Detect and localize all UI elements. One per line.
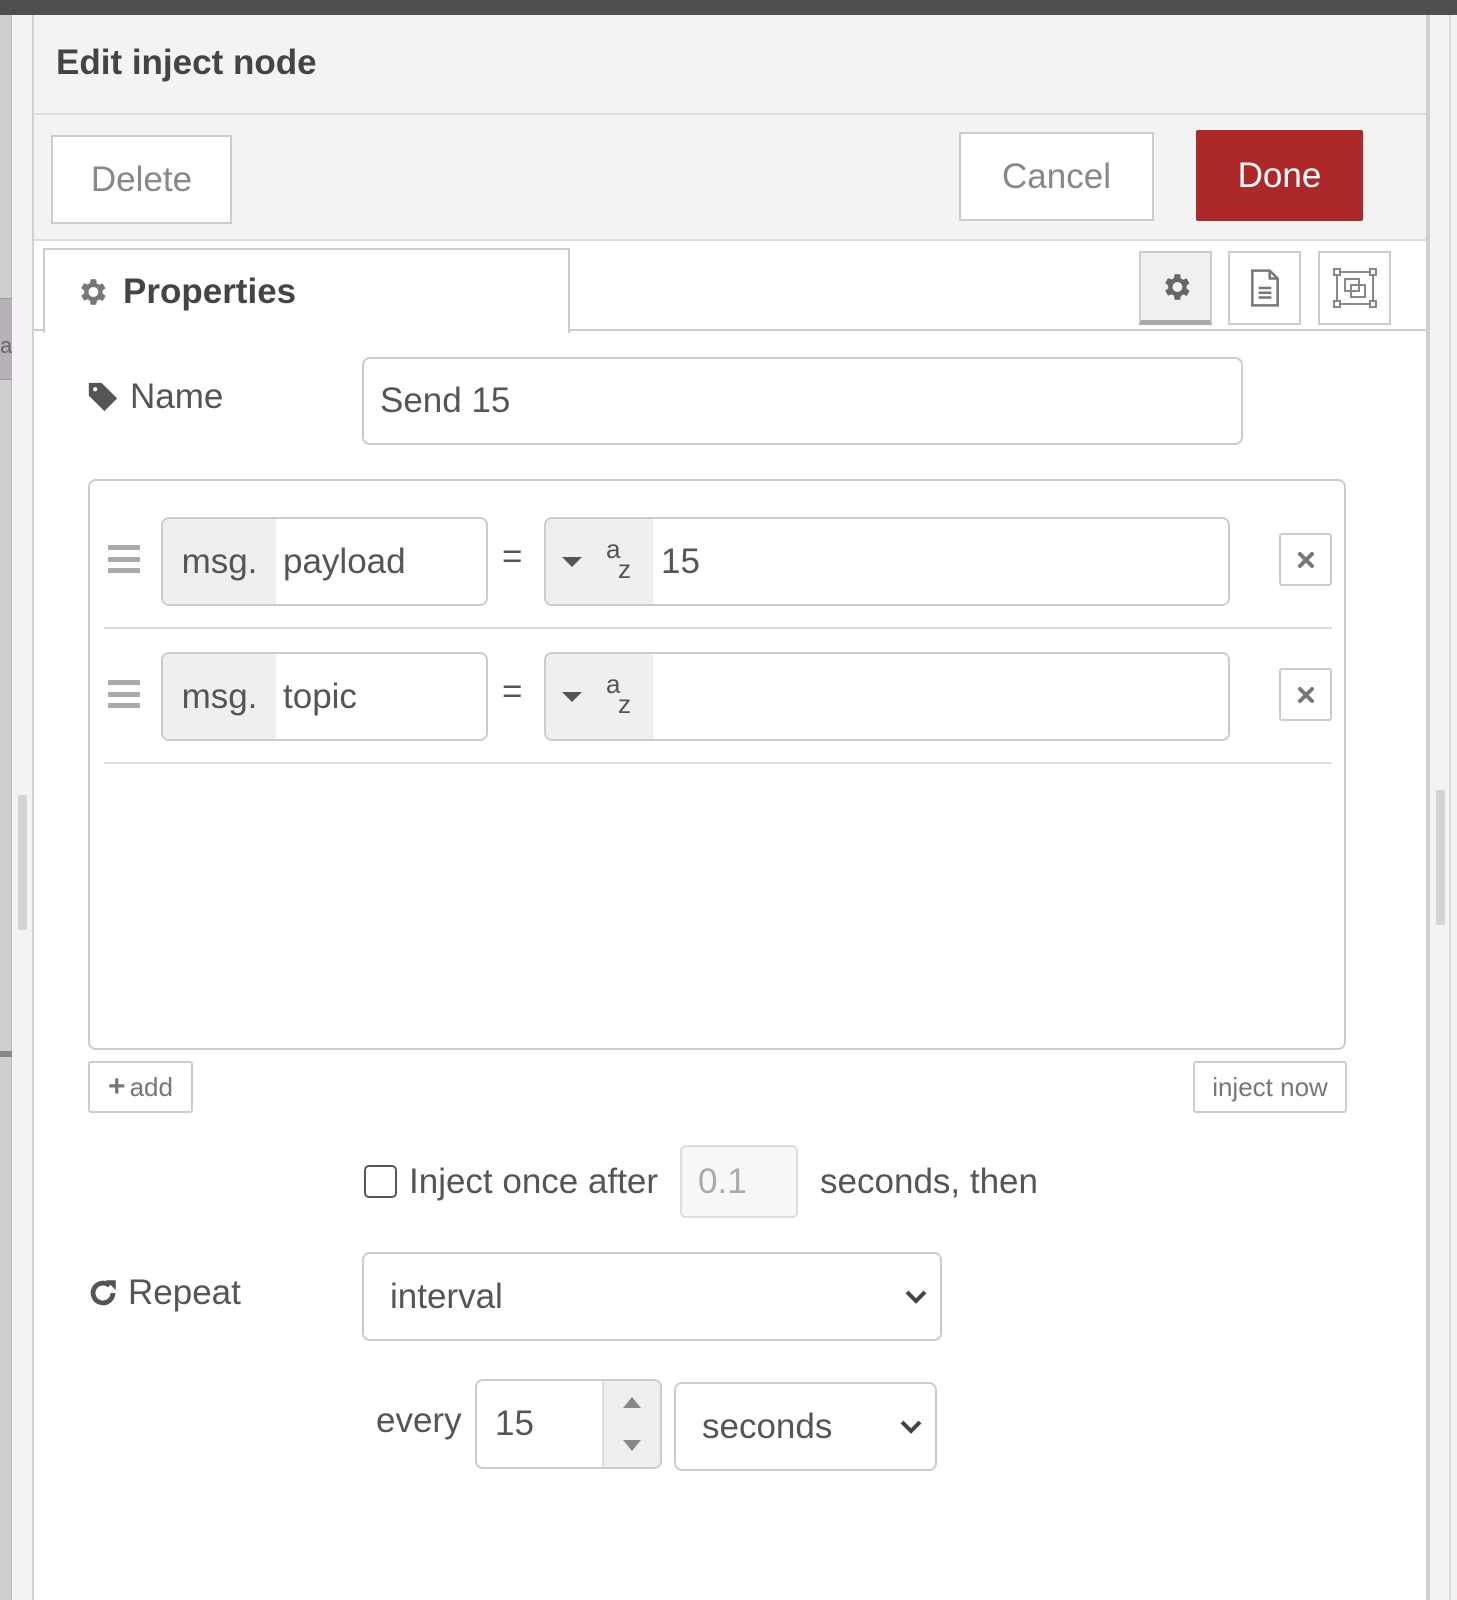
property-value-input[interactable]: az bbox=[544, 652, 1230, 741]
interval-units-value: seconds bbox=[702, 1406, 833, 1446]
node-description-tab-button[interactable] bbox=[1228, 251, 1301, 325]
type-select-button[interactable]: az bbox=[546, 654, 653, 739]
inject-once-row: Inject once after 0.1 seconds, then bbox=[364, 1145, 1038, 1218]
name-label-text: Name bbox=[130, 377, 224, 416]
inject-once-checkbox[interactable] bbox=[364, 1165, 397, 1198]
interval-count-spinner[interactable]: 15 bbox=[475, 1379, 662, 1469]
property-prefix: msg. bbox=[163, 654, 276, 739]
drag-handle-icon[interactable] bbox=[108, 545, 140, 573]
add-label: add bbox=[129, 1071, 173, 1102]
remove-property-button[interactable] bbox=[1279, 668, 1332, 721]
close-icon bbox=[1297, 686, 1314, 703]
app-top-bar bbox=[0, 0, 1457, 15]
document-icon bbox=[1250, 269, 1279, 307]
interval-units-select[interactable]: seconds bbox=[674, 1382, 937, 1471]
gear-icon bbox=[81, 278, 106, 305]
name-label: Name bbox=[86, 377, 223, 417]
cancel-button[interactable]: Cancel bbox=[959, 132, 1154, 221]
right-scrollbar-thumb[interactable] bbox=[1436, 790, 1445, 925]
property-value-text[interactable] bbox=[653, 654, 1228, 739]
spinner-arrows bbox=[602, 1381, 660, 1467]
string-az-icon: az bbox=[606, 533, 631, 584]
tab-properties[interactable]: Properties bbox=[43, 248, 570, 333]
close-icon bbox=[1297, 551, 1314, 568]
repeat-select[interactable]: interval bbox=[362, 1252, 942, 1341]
drag-handle-icon[interactable] bbox=[108, 680, 140, 708]
node-settings-tab-button[interactable] bbox=[1139, 251, 1212, 325]
property-name-input[interactable]: msg. topic bbox=[161, 652, 488, 741]
property-row: msg. payload = az 15 bbox=[104, 495, 1332, 629]
string-az-icon: az bbox=[606, 668, 631, 719]
inject-once-delay-input[interactable]: 0.1 bbox=[680, 1145, 799, 1218]
property-name-input[interactable]: msg. payload bbox=[161, 517, 488, 606]
tab-bar: Properties bbox=[34, 241, 1426, 333]
tab-properties-label: Properties bbox=[123, 271, 297, 311]
spinner-down-icon[interactable] bbox=[623, 1440, 641, 1451]
left-scrollbar-thumb[interactable] bbox=[18, 795, 27, 930]
chevron-down-icon bbox=[900, 1420, 922, 1434]
property-name-value[interactable]: payload bbox=[276, 519, 486, 604]
caret-down-icon bbox=[562, 556, 582, 567]
equals-sign: = bbox=[502, 537, 523, 576]
plus-icon: + bbox=[108, 1070, 126, 1103]
equals-sign: = bbox=[502, 672, 523, 711]
property-list: msg. payload = az 15 msg. topic = a z bbox=[88, 479, 1346, 1050]
sidebar-divider bbox=[1449, 15, 1451, 1600]
property-value-input[interactable]: az 15 bbox=[544, 517, 1230, 606]
delete-button[interactable]: Delete bbox=[51, 135, 232, 224]
caret-down-icon bbox=[562, 691, 582, 702]
inject-now-button[interactable]: inject now bbox=[1193, 1061, 1347, 1113]
node-appearance-tab-button[interactable] bbox=[1318, 251, 1391, 325]
property-name-value[interactable]: topic bbox=[276, 654, 486, 739]
interval-count-value[interactable]: 15 bbox=[477, 1381, 602, 1467]
gear-icon bbox=[1164, 273, 1190, 300]
flow-node-partial-label: a bbox=[0, 333, 13, 358]
property-row: msg. topic = az bbox=[104, 630, 1332, 764]
canvas-marker bbox=[0, 1051, 12, 1057]
tray-title: Edit inject node bbox=[56, 43, 317, 82]
chevron-down-icon bbox=[905, 1290, 927, 1304]
appearance-icon bbox=[1332, 268, 1377, 308]
seconds-then-label: seconds, then bbox=[820, 1161, 1038, 1201]
add-property-button[interactable]: + add bbox=[88, 1061, 193, 1113]
type-select-button[interactable]: az bbox=[546, 519, 653, 604]
tray-header: Edit inject node bbox=[34, 15, 1426, 115]
workspace-canvas-edge: a bbox=[0, 15, 12, 1600]
repeat-label-text: Repeat bbox=[128, 1273, 241, 1312]
repeat-label: Repeat bbox=[86, 1273, 241, 1313]
right-sidebar-edge bbox=[1428, 15, 1457, 1600]
done-button[interactable]: Done bbox=[1196, 130, 1363, 221]
tag-icon bbox=[88, 382, 118, 412]
every-label: every bbox=[376, 1401, 462, 1440]
name-input[interactable]: Send 15 bbox=[362, 357, 1243, 445]
property-prefix: msg. bbox=[163, 519, 276, 604]
refresh-icon bbox=[90, 1280, 116, 1306]
repeat-select-value: interval bbox=[390, 1276, 503, 1316]
tray-toolbar: Delete Cancel Done bbox=[34, 115, 1426, 241]
property-value-text[interactable]: 15 bbox=[653, 519, 1228, 604]
edit-tray: Edit inject node Delete Cancel Done Prop… bbox=[34, 15, 1428, 1600]
spinner-up-icon[interactable] bbox=[623, 1397, 641, 1408]
remove-property-button[interactable] bbox=[1279, 533, 1332, 586]
inject-once-label: Inject once after bbox=[409, 1161, 659, 1201]
